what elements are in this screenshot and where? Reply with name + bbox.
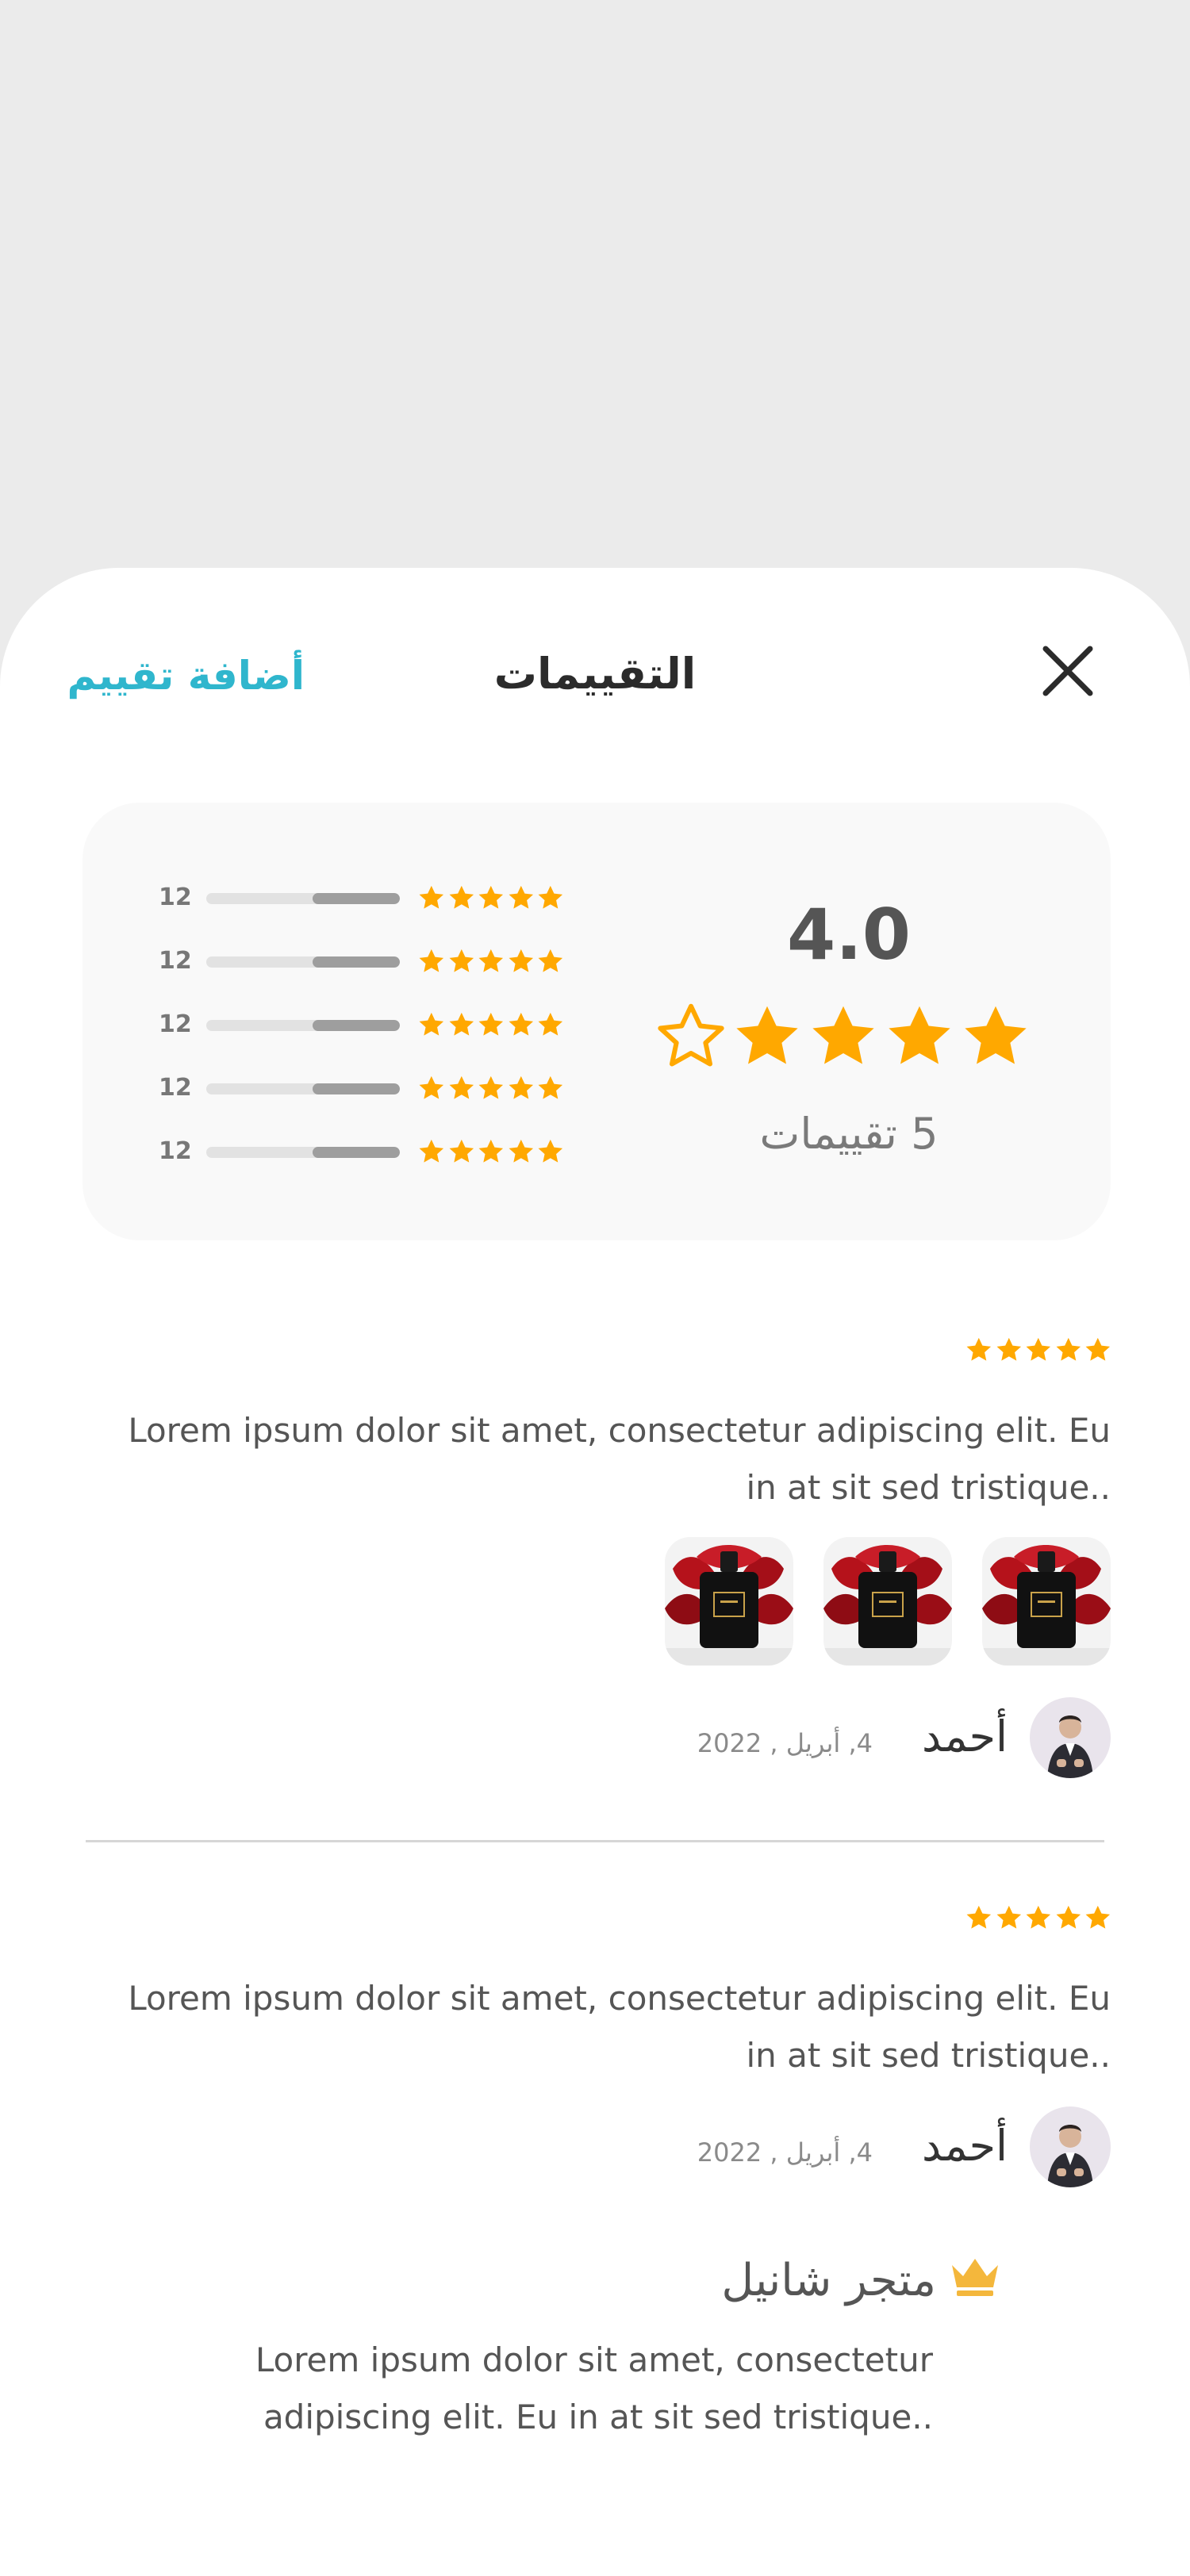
- star-icon: [538, 1139, 563, 1163]
- review-date: 4, أبريل , 2022: [697, 2137, 873, 2168]
- rating-distribution-row: 12: [159, 945, 571, 977]
- star-icon: [1026, 1337, 1051, 1361]
- star-icon: [449, 885, 474, 909]
- average-star-rating: [655, 1001, 1036, 1077]
- star-icon: [449, 1012, 474, 1036]
- rating-count: 12: [159, 1010, 192, 1038]
- star-icon: [1026, 1905, 1051, 1929]
- star-rating-small: [417, 1137, 565, 1166]
- review-photo[interactable]: [982, 1537, 1111, 1666]
- star-icon: [478, 1139, 504, 1163]
- star-icon: [812, 1006, 874, 1064]
- rating-bar: [206, 1020, 400, 1031]
- star-icon: [419, 885, 444, 909]
- page-title: التقييمات: [493, 649, 697, 699]
- store-name: متجر شانيل: [721, 2255, 936, 2306]
- reviewer-name: أحمد: [922, 2121, 1008, 2171]
- rating-distribution-row: 12: [159, 1009, 571, 1041]
- star-icon: [419, 1139, 444, 1163]
- star-icon: [996, 1905, 1021, 1929]
- star-rating-small: [417, 947, 565, 976]
- rating-distribution-row: 12: [159, 1136, 571, 1167]
- star-icon: [996, 1337, 1021, 1361]
- rating-bar: [206, 1083, 400, 1094]
- avatar: [1030, 1697, 1111, 1778]
- rating-bar-fill: [313, 1083, 400, 1094]
- user-avatar-image: [1030, 2106, 1111, 2187]
- star-rating-small: [417, 1010, 565, 1039]
- rating-bar-fill: [313, 956, 400, 968]
- review-photo[interactable]: [665, 1537, 793, 1666]
- star-icon: [538, 1075, 563, 1099]
- rating-distribution-row: 12: [159, 1072, 571, 1104]
- star-icon: [419, 1012, 444, 1036]
- perfume-bottle-image: [665, 1537, 793, 1666]
- close-icon[interactable]: [1039, 642, 1096, 700]
- star-icon: [478, 949, 504, 972]
- user-avatar-image: [1030, 1697, 1111, 1778]
- star-icon: [509, 949, 533, 972]
- star-icon: [966, 1905, 992, 1929]
- star-icon: [736, 1006, 798, 1064]
- review-star-rating: [965, 1336, 1112, 1364]
- star-icon: [538, 885, 563, 909]
- rating-count: 12: [159, 1074, 192, 1102]
- rating-distribution-row: 12: [159, 882, 571, 914]
- review-date: 4, أبريل , 2022: [697, 1728, 873, 1758]
- star-icon: [449, 1139, 474, 1163]
- avatar: [1030, 2106, 1111, 2187]
- star-icon: [658, 1003, 724, 1067]
- review-star-rating: [965, 1903, 1112, 1932]
- average-rating-value: 4.0: [787, 894, 911, 976]
- star-icon: [966, 1337, 992, 1361]
- add-rating-button[interactable]: أضافة تقييم: [67, 644, 305, 707]
- perfume-bottle-image: [982, 1537, 1111, 1666]
- rating-count: 12: [159, 1137, 192, 1165]
- rating-bar: [206, 1147, 400, 1158]
- star-rating-small: [417, 1074, 565, 1102]
- star-icon: [449, 1075, 474, 1099]
- star-icon: [509, 1075, 533, 1099]
- rating-bar-fill: [313, 1020, 400, 1031]
- star-rating-small: [417, 884, 565, 912]
- rating-bar-fill: [313, 1147, 400, 1158]
- rating-bar: [206, 956, 400, 968]
- divider: [86, 1840, 1104, 1842]
- rating-count: 12: [159, 884, 192, 911]
- rating-bar-fill: [313, 893, 400, 904]
- star-icon: [419, 949, 444, 972]
- star-icon: [1056, 1905, 1081, 1929]
- star-icon: [965, 1006, 1027, 1064]
- star-icon: [478, 885, 504, 909]
- rating-count-label: 5 تقييمات: [759, 1109, 939, 1159]
- star-icon: [1085, 1337, 1111, 1361]
- star-icon: [509, 885, 533, 909]
- rating-count: 12: [159, 947, 192, 975]
- star-icon: [509, 1139, 533, 1163]
- star-icon: [478, 1075, 504, 1099]
- star-icon: [889, 1006, 950, 1064]
- star-icon: [538, 949, 563, 972]
- star-icon: [478, 1012, 504, 1036]
- star-icon: [538, 1012, 563, 1036]
- review-photo[interactable]: [823, 1537, 952, 1666]
- star-icon: [1056, 1337, 1081, 1361]
- rating-bar: [206, 893, 400, 904]
- store-reply-text: Lorem ipsum dolor sit amet, consectetur …: [255, 2340, 933, 2436]
- crown-icon: [952, 2259, 998, 2296]
- star-icon: [1085, 1905, 1111, 1929]
- perfume-bottle-image: [823, 1537, 952, 1666]
- star-icon: [449, 949, 474, 972]
- review-text: Lorem ipsum dolor sit amet, consectetur …: [128, 1979, 1111, 2075]
- star-icon: [509, 1012, 533, 1036]
- reviewer-name: أحمد: [922, 1712, 1008, 1761]
- review-text: Lorem ipsum dolor sit amet, consectetur …: [128, 1411, 1111, 1507]
- star-icon: [419, 1075, 444, 1099]
